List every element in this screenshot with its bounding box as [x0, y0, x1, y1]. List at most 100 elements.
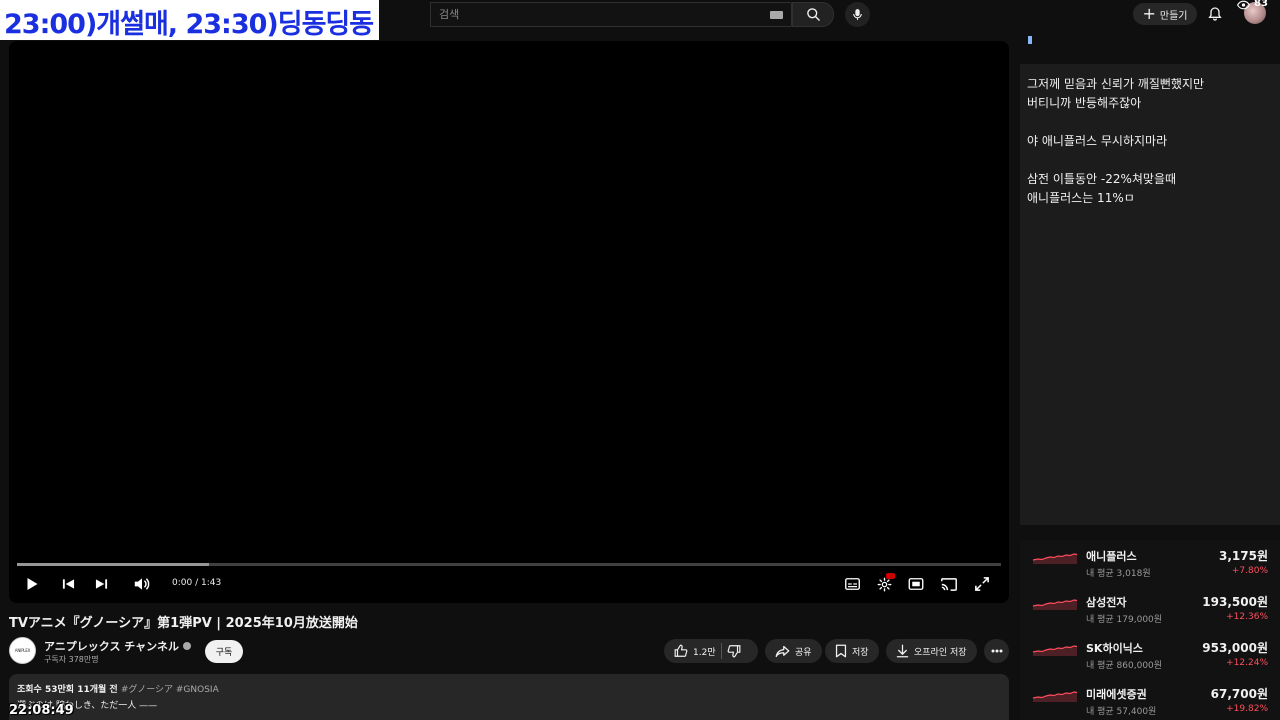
like-icon: [674, 644, 688, 657]
video-title: TVアニメ『グノーシア』第1弾PV | 2025年10月放送開始: [9, 616, 358, 631]
divider: [720, 643, 722, 659]
cast-button[interactable]: [940, 575, 958, 593]
stock-average: 내 평균 860,000원: [1086, 661, 1163, 671]
captions-button[interactable]: [843, 575, 861, 593]
previous-icon: [62, 579, 74, 589]
memo-line: 그저께 믿음과 신뢰가 깨질뻔했지만: [1027, 77, 1205, 91]
plus-icon: +: [1142, 4, 1156, 23]
memo-line: 애니플러스는 11%ㅁ: [1027, 191, 1135, 205]
progress-bar[interactable]: [17, 563, 1001, 566]
stock-price: 67,700원: [1210, 687, 1268, 701]
search-icon: [806, 8, 820, 21]
memo-line: [1027, 151, 1272, 170]
previous-button[interactable]: [59, 575, 77, 593]
stock-change: +12.36%: [1226, 612, 1268, 622]
stock-name: SK하이닉스: [1086, 642, 1143, 655]
more-button[interactable]: [984, 639, 1009, 663]
stock-change: +19.82%: [1226, 704, 1268, 714]
viewer-widget: 83: [1236, 0, 1276, 28]
create-label: 만들기: [1159, 10, 1188, 22]
dislike-icon: [727, 645, 741, 658]
mic-icon: [853, 9, 862, 20]
sparkline-icon: [1032, 553, 1078, 564]
search-box[interactable]: [430, 2, 792, 27]
play-button[interactable]: [23, 575, 41, 593]
stock-price: 953,000원: [1202, 641, 1268, 655]
share-button[interactable]: 공유: [765, 639, 822, 663]
like-dislike-group: 1.2만: [664, 639, 758, 663]
stock-name: 삼성전자: [1086, 596, 1127, 609]
save-icon: [835, 644, 847, 658]
stock-ticker-panel: 애니플러스내 평균 3,018원 3,175원 +7.80% 삼성전자내 평균 179…: [1020, 540, 1280, 720]
sparkline-icon: [1032, 599, 1078, 610]
stock-average: 내 평균 3,018원: [1086, 569, 1151, 579]
verified-icon: [182, 642, 191, 650]
theater-icon: [908, 578, 924, 590]
clock-overlay: 22:08:49: [9, 703, 74, 718]
bell-icon[interactable]: [1207, 5, 1223, 23]
stock-change: +7.80%: [1231, 566, 1268, 576]
theater-button[interactable]: [907, 575, 925, 593]
next-icon: [95, 579, 107, 589]
next-button[interactable]: [92, 575, 110, 593]
save-label: 저장: [852, 647, 869, 658]
memo-line: 야 애니플러스 무시하지마라: [1027, 134, 1168, 148]
stock-average: 내 평균 179,000원: [1086, 615, 1163, 625]
voice-search-button[interactable]: [845, 2, 870, 27]
progress-loaded: [17, 563, 209, 566]
download-icon: [896, 644, 909, 658]
keyboard-icon[interactable]: [770, 11, 783, 19]
offline-save-label: 오프라인 저장: [914, 647, 967, 658]
stock-change: +12.24%: [1226, 658, 1268, 668]
stock-row: 미래에셋증권 내 평균 57,400원 67,700원 +19.82%: [1020, 678, 1280, 720]
search-input[interactable]: [431, 8, 751, 21]
sparkline-icon: [1032, 645, 1078, 656]
memo-line: 버티니까 반등해주잖아: [1027, 96, 1142, 110]
stock-price: 3,175원: [1219, 549, 1268, 563]
memo-header: [1020, 28, 1280, 64]
hashtags[interactable]: #グノーシア #GNOSIA: [121, 685, 219, 695]
description-box[interactable]: 조회수 53만회 11개월 전 #グノーシア #GNOSIA 選ぶのは 騙わしき…: [9, 674, 1009, 720]
stock-row: 애니플러스내 평균 3,018원 3,175원 +7.80%: [1020, 540, 1280, 586]
memo-panel: 그저께 믿음과 신뢰가 깨질뻔했지만버티니까 반등해주잖아야 애니플러스 무시하…: [1020, 28, 1280, 525]
channel-avatar[interactable]: ANIPLEX: [9, 637, 36, 664]
sparkline-icon: [1032, 691, 1078, 702]
stock-row: 삼성전자내 평균 179,000원 193,500원 +12.36%: [1020, 586, 1280, 632]
view-stats: 조회수 53만회 11개월 전: [17, 685, 118, 695]
subscribe-button[interactable]: 구독: [205, 640, 243, 663]
fullscreen-icon: [975, 577, 989, 591]
play-icon: [27, 578, 37, 590]
stock-name: 애니플러스: [1086, 550, 1137, 563]
video-player[interactable]: 0:00 / 1:43: [9, 41, 1009, 603]
dislike-button[interactable]: [727, 644, 741, 658]
channel-avatar-logo: ANIPLEX: [14, 648, 31, 653]
page: + 만들기 83 23:00)개썰매, 23:30)딩동딩동 0:00 / 1:…: [0, 0, 1280, 720]
volume-button[interactable]: [132, 575, 152, 593]
viewer-count: 83: [1254, 0, 1268, 9]
stock-average: 내 평균 57,400원: [1086, 707, 1157, 717]
offline-save-button[interactable]: 오프라인 저장: [886, 639, 977, 663]
captions-icon: [844, 578, 860, 590]
stock-price: 193,500원: [1202, 595, 1268, 609]
stock-row: SK하이닉스내 평균 860,000원 953,000원 +12.24%: [1020, 632, 1280, 678]
memo-line: [1027, 113, 1272, 132]
save-button[interactable]: 저장: [825, 639, 879, 663]
hd-badge: [886, 573, 895, 579]
channel-name-row[interactable]: アニプレックス チャンネル: [44, 638, 191, 654]
memo-line: 삼전 이틀동안 -22%쳐맞을때: [1027, 172, 1177, 186]
search-button[interactable]: [792, 2, 834, 27]
cursor-marker: [1028, 36, 1032, 44]
description-stats-row: 조회수 53만회 11개월 전 #グノーシア #GNOSIA: [17, 682, 1001, 695]
memo-text: 그저께 믿음과 신뢰가 깨질뻔했지만버티니까 반등해주잖아야 애니플러스 무시하…: [1027, 75, 1272, 208]
cast-icon: [941, 577, 957, 591]
like-button[interactable]: 1.2만: [674, 644, 716, 658]
like-count: 1.2만: [693, 647, 716, 658]
description-text: 選ぶのは 騙わしき、ただ一人 ——: [17, 701, 158, 711]
share-label: 공유: [795, 647, 812, 658]
more-icon: [991, 649, 1002, 653]
create-button[interactable]: + 만들기: [1133, 3, 1197, 25]
channel-name[interactable]: アニプレックス チャンネル: [44, 640, 179, 653]
fullscreen-button[interactable]: [973, 575, 991, 593]
time-display: 0:00 / 1:43: [172, 578, 222, 588]
eye-icon: [1237, 0, 1250, 10]
